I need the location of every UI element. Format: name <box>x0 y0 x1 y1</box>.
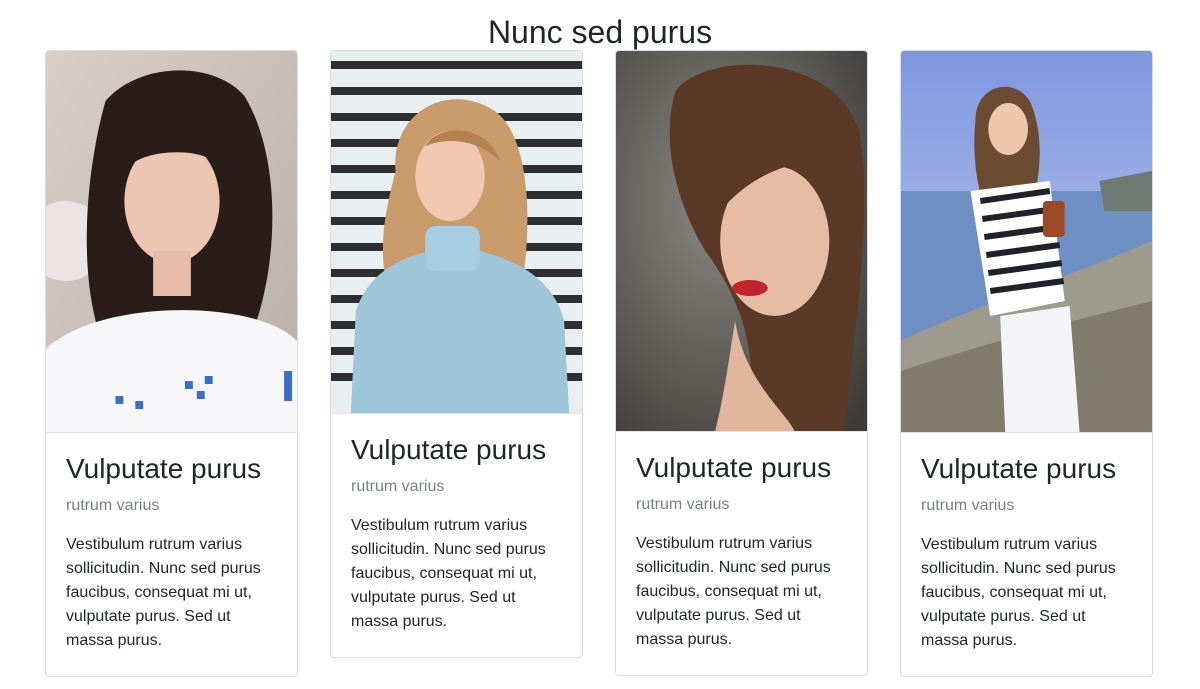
page: Nunc sed purus Vulputate purus rutrum va… <box>0 0 1200 689</box>
portrait-photo <box>616 51 867 431</box>
card-title: Vulputate purus <box>921 453 1117 484</box>
card-text: Vestibulum rutrum varius sollicitudin. N… <box>66 536 261 649</box>
card-title: Vulputate purus <box>636 452 832 483</box>
card-title: Vulputate purus <box>66 453 262 484</box>
card-body: Vulputate purus rutrum varius Vestibulum… <box>901 433 1152 673</box>
card-body: Vulputate purus rutrum varius Vestibulum… <box>46 433 297 673</box>
portrait-photo <box>46 51 297 432</box>
portrait-photo <box>901 51 1152 432</box>
card-text: Vestibulum rutrum varius sollicitudin. N… <box>921 536 1116 649</box>
card-title: Vulputate purus <box>351 434 547 465</box>
card-image <box>616 51 867 432</box>
card-body: Vulputate purus rutrum varius Vestibulum… <box>616 432 867 672</box>
card-text: Vestibulum rutrum varius sollicitudin. N… <box>636 535 831 648</box>
card-subtitle: rutrum varius <box>636 496 730 513</box>
profile-card: Vulputate purus rutrum varius Vestibulum… <box>330 50 583 658</box>
card-subtitle: rutrum varius <box>66 497 160 514</box>
portrait-photo <box>331 51 582 413</box>
profile-card: Vulputate purus rutrum varius Vestibulum… <box>900 50 1153 677</box>
card-body: Vulputate purus rutrum varius Vestibulum… <box>331 414 582 654</box>
profile-card: Vulputate purus rutrum varius Vestibulum… <box>45 50 298 677</box>
card-subtitle: rutrum varius <box>921 497 1015 514</box>
card-image <box>46 51 297 433</box>
card-subtitle: rutrum varius <box>351 478 445 495</box>
card-text: Vestibulum rutrum varius sollicitudin. N… <box>351 517 546 630</box>
card-image <box>901 51 1152 433</box>
profile-card: Vulputate purus rutrum varius Vestibulum… <box>615 50 868 676</box>
page-title: Nunc sed purus <box>487 14 713 50</box>
card-image <box>331 51 582 414</box>
